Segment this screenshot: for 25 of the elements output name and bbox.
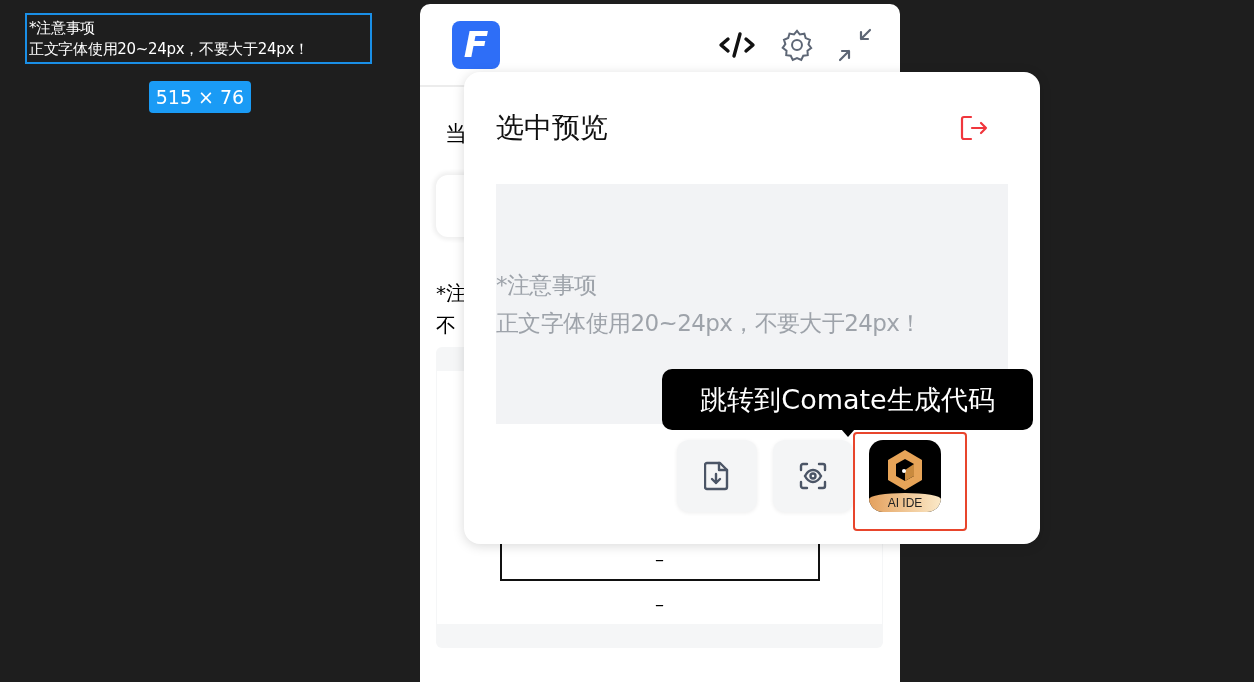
eye-scan-icon	[799, 462, 827, 490]
note-text: 不	[436, 312, 456, 339]
heading-text: 当	[445, 120, 467, 148]
popup-title: 选中预览	[496, 110, 608, 146]
code-icon[interactable]	[718, 30, 756, 59]
note-text: *注	[436, 280, 466, 307]
selected-text: *注意事项	[29, 17, 96, 39]
preview-text: *注意事项	[496, 271, 598, 300]
export-button[interactable]	[677, 440, 757, 512]
preview-text: 正文字体使用20~24px，不要大于24px！	[496, 309, 923, 338]
dash-text: –	[655, 548, 664, 569]
tooltip: 跳转到Comate生成代码	[662, 369, 1033, 430]
size-badge: 515 × 76	[149, 81, 251, 113]
preview-button[interactable]	[773, 440, 853, 512]
minimize-icon[interactable]	[838, 27, 872, 62]
tooltip-arrow-icon	[841, 429, 855, 437]
ai-ide-button[interactable]: AI IDE	[869, 440, 941, 512]
file-download-icon	[704, 461, 730, 491]
settings-icon[interactable]	[780, 27, 814, 62]
ai-ide-label: AI IDE	[869, 493, 941, 512]
hexagon-logo-icon	[885, 448, 925, 492]
logout-icon[interactable]	[960, 115, 988, 141]
app-logo: F	[452, 20, 500, 69]
selected-text: 正文字体使用20~24px，不要大于24px！	[29, 38, 310, 60]
dash-text: –	[655, 593, 664, 614]
